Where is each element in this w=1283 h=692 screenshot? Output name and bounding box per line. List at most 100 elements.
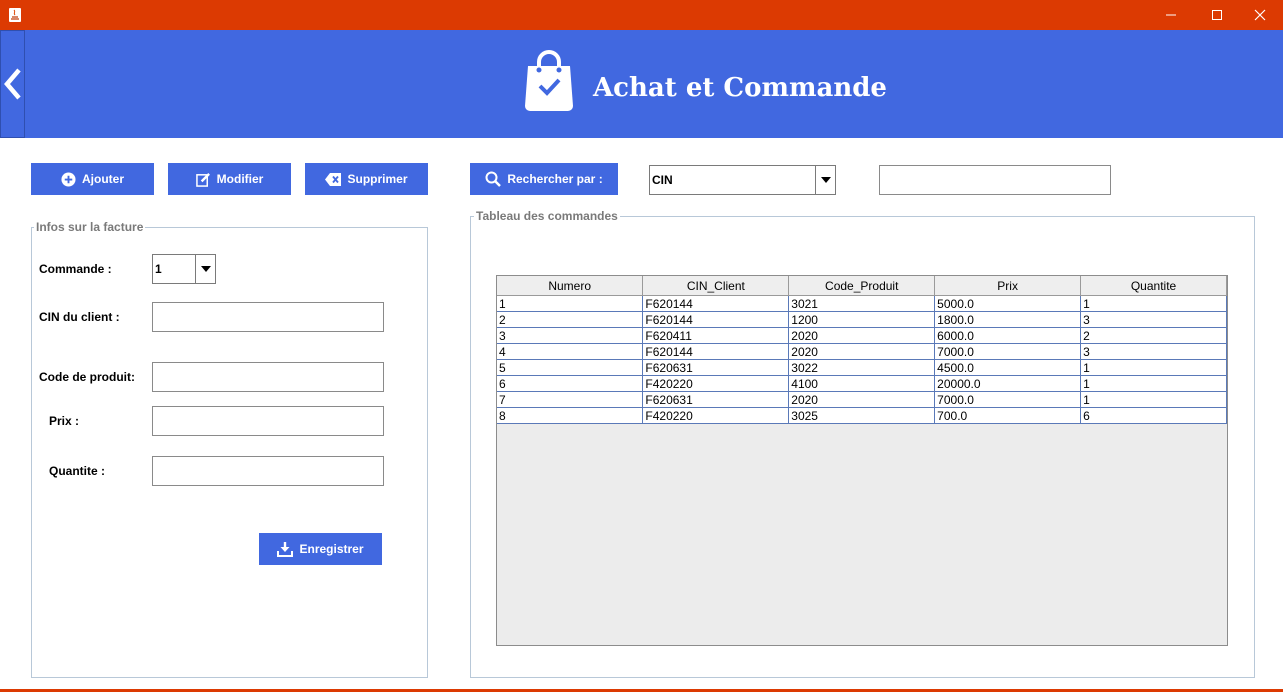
close-icon — [1254, 9, 1266, 21]
table-cell[interactable]: 7 — [497, 391, 644, 408]
maximize-button[interactable] — [1194, 0, 1240, 30]
table-cell[interactable]: 5000.0 — [934, 295, 1082, 312]
java-app-icon — [8, 7, 22, 23]
product-code-label: Code de produit: — [39, 370, 135, 384]
edit-icon — [195, 172, 210, 187]
add-button[interactable]: Ajouter — [31, 163, 154, 195]
search-by-value: CIN — [652, 173, 673, 187]
table-cell[interactable]: 6000.0 — [934, 327, 1082, 344]
table-cell[interactable]: 3 — [1080, 343, 1227, 360]
column-header-cin-client[interactable]: CIN_Client — [642, 276, 790, 296]
table-cell[interactable]: 3022 — [788, 359, 936, 376]
table-cell[interactable]: F620144 — [642, 343, 790, 360]
table-row[interactable]: 6 F420220 4100 20000.0 1 — [497, 375, 1227, 392]
client-cin-field[interactable] — [152, 302, 384, 332]
table-cell[interactable]: 6 — [497, 375, 644, 392]
table-cell[interactable]: 1 — [1080, 359, 1227, 376]
table-cell[interactable]: 2020 — [788, 327, 936, 344]
price-label: Prix : — [49, 414, 80, 428]
quantity-label: Quantite : — [49, 464, 105, 478]
backspace-icon — [325, 172, 342, 186]
table-cell[interactable]: 7000.0 — [934, 391, 1082, 408]
table-cell[interactable]: 1 — [497, 295, 644, 312]
invoice-info-legend: Infos sur la facture — [34, 220, 146, 234]
column-header-prix[interactable]: Prix — [934, 276, 1082, 296]
order-label: Commande : — [39, 262, 112, 276]
table-cell[interactable]: 8 — [497, 407, 644, 424]
table-cell[interactable]: 2020 — [788, 391, 936, 408]
order-select[interactable]: 1 — [152, 254, 216, 284]
edit-button[interactable]: Modifier — [168, 163, 291, 195]
save-button-label: Enregistrer — [299, 542, 364, 556]
table-cell[interactable]: 2 — [1080, 327, 1227, 344]
order-select-value: 1 — [155, 262, 162, 276]
search-icon — [485, 171, 502, 187]
table-header-row: Numero CIN_Client Code_Produit Prix Quan… — [497, 276, 1227, 296]
back-button[interactable] — [0, 30, 25, 138]
orders-table-scrollpane[interactable]: Numero CIN_Client Code_Produit Prix Quan… — [496, 275, 1228, 646]
search-input[interactable] — [879, 165, 1111, 195]
download-icon — [277, 541, 294, 557]
table-cell[interactable]: F620411 — [642, 327, 790, 344]
table-cell[interactable]: 4100 — [788, 375, 936, 392]
table-cell[interactable]: F620144 — [642, 295, 790, 312]
delete-button[interactable]: Supprimer — [305, 163, 428, 195]
table-cell[interactable]: 1 — [1080, 295, 1227, 312]
close-button[interactable] — [1237, 0, 1283, 30]
save-button[interactable]: Enregistrer — [259, 533, 382, 565]
table-row[interactable]: 2 F620144 1200 1800.0 3 — [497, 311, 1227, 328]
search-button-label: Rechercher par : — [507, 172, 603, 186]
table-row[interactable]: 8 F420220 3025 700.0 6 — [497, 407, 1227, 424]
table-cell[interactable]: 3025 — [788, 407, 936, 424]
table-row[interactable]: 4 F620144 2020 7000.0 3 — [497, 343, 1227, 360]
table-cell[interactable]: 1 — [1080, 375, 1227, 392]
page-title: Achat et Commande — [593, 73, 887, 103]
table-cell[interactable]: F620631 — [642, 359, 790, 376]
table-cell[interactable]: 4500.0 — [934, 359, 1082, 376]
order-dropdown-arrow[interactable] — [195, 255, 215, 283]
dropdown-arrow-button[interactable] — [815, 166, 835, 194]
product-code-field[interactable] — [152, 362, 384, 392]
table-cell[interactable]: 1800.0 — [934, 311, 1082, 328]
table-cell[interactable]: 1 — [1080, 391, 1227, 408]
chevron-left-icon — [3, 68, 21, 100]
search-by-select[interactable]: CIN — [649, 165, 836, 195]
edit-button-label: Modifier — [216, 172, 264, 186]
minimize-icon — [1166, 14, 1176, 16]
table-row[interactable]: 5 F620631 3022 4500.0 1 — [497, 359, 1227, 376]
orders-table-legend: Tableau des commandes — [474, 209, 620, 223]
window-titlebar — [0, 0, 1283, 30]
table-cell[interactable]: 4 — [497, 343, 644, 360]
table-row[interactable]: 1 F620144 3021 5000.0 1 — [497, 295, 1227, 312]
plus-circle-icon — [61, 171, 76, 187]
column-header-numero[interactable]: Numero — [497, 276, 644, 296]
table-cell[interactable]: 5 — [497, 359, 644, 376]
invoice-info-group — [31, 227, 428, 678]
table-cell[interactable]: 2020 — [788, 343, 936, 360]
table-cell[interactable]: 6 — [1080, 407, 1227, 424]
table-cell[interactable]: F620144 — [642, 311, 790, 328]
table-cell[interactable]: 3 — [497, 327, 644, 344]
table-row[interactable]: 3 F620411 2020 6000.0 2 — [497, 327, 1227, 344]
table-cell[interactable]: 1200 — [788, 311, 936, 328]
orders-table[interactable]: Numero CIN_Client Code_Produit Prix Quan… — [497, 276, 1227, 424]
table-cell[interactable]: 20000.0 — [934, 375, 1082, 392]
column-header-quantite[interactable]: Quantite — [1080, 276, 1227, 296]
maximize-icon — [1212, 10, 1222, 20]
table-cell[interactable]: 3 — [1080, 311, 1227, 328]
table-cell[interactable]: F620631 — [642, 391, 790, 408]
table-cell[interactable]: F420220 — [642, 407, 790, 424]
minimize-button[interactable] — [1148, 0, 1194, 30]
table-cell[interactable]: F420220 — [642, 375, 790, 392]
client-cin-label: CIN du client : — [39, 310, 120, 324]
add-button-label: Ajouter — [82, 172, 124, 186]
table-cell[interactable]: 2 — [497, 311, 644, 328]
column-header-code-produit[interactable]: Code_Produit — [788, 276, 936, 296]
price-field[interactable] — [152, 406, 384, 436]
table-row[interactable]: 7 F620631 2020 7000.0 1 — [497, 391, 1227, 408]
table-cell[interactable]: 3021 — [788, 295, 936, 312]
table-cell[interactable]: 7000.0 — [934, 343, 1082, 360]
table-cell[interactable]: 700.0 — [934, 407, 1082, 424]
search-button[interactable]: Rechercher par : — [470, 163, 618, 195]
quantity-field[interactable] — [152, 456, 384, 486]
